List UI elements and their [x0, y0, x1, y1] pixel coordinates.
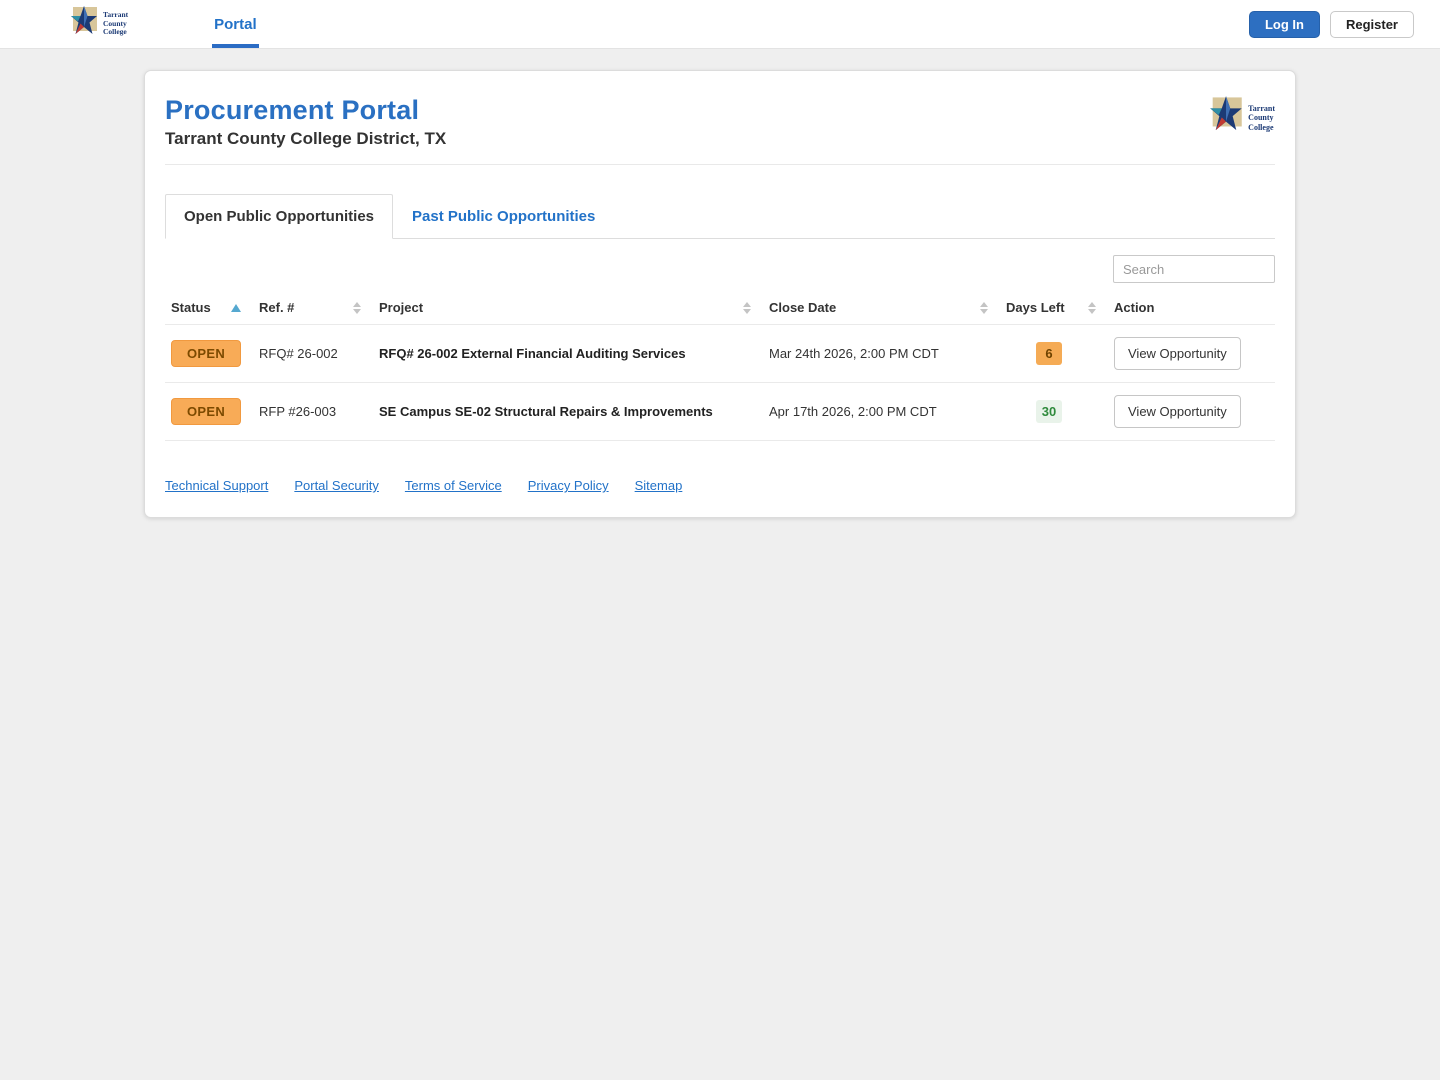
column-header-days-left[interactable]: Days Left	[1000, 291, 1108, 325]
procurement-portal-card: Procurement Portal Tarrant County Colleg…	[144, 70, 1296, 518]
tab-past-public-opportunities[interactable]: Past Public Opportunities	[393, 194, 614, 239]
days-left-badge: 6	[1036, 342, 1062, 365]
project-title: RFQ# 26-002 External Financial Auditing …	[373, 324, 763, 383]
tcc-star-icon	[1210, 96, 1242, 131]
column-header-ref[interactable]: Ref. #	[253, 291, 373, 325]
card-header: Procurement Portal Tarrant County Colleg…	[165, 95, 1275, 149]
tcc-logo: Tarrant County College	[70, 0, 128, 48]
table-row: OPEN RFP #26-003 SE Campus SE-02 Structu…	[165, 382, 1275, 441]
login-button[interactable]: Log In	[1248, 10, 1320, 38]
close-date: Apr 17th 2026, 2:00 PM CDT	[763, 382, 1000, 441]
column-header-status[interactable]: Status	[165, 291, 253, 325]
view-opportunity-button[interactable]: View Opportunity	[1114, 395, 1241, 428]
ref-number: RFQ# 26-002	[253, 324, 373, 383]
page-title: Procurement Portal	[165, 95, 420, 125]
sort-icon	[980, 301, 988, 314]
tcc-star-icon	[71, 6, 97, 34]
ref-number: RFP #26-003	[253, 382, 373, 441]
top-navbar: Tarrant County College Portal Log In Reg…	[0, 0, 1440, 49]
portal-security-link[interactable]: Portal Security	[294, 478, 379, 493]
nav-links: Portal	[212, 0, 259, 48]
project-title: SE Campus SE-02 Structural Repairs & Imp…	[373, 382, 763, 441]
close-date: Mar 24th 2026, 2:00 PM CDT	[763, 324, 1000, 383]
footer-links: Technical Support Portal Security Terms …	[165, 478, 1275, 495]
days-left-badge: 30	[1036, 400, 1062, 423]
table-header-row: Status Ref. # Project Close Date Days Le…	[165, 291, 1275, 325]
table-row: OPEN RFQ# 26-002 RFQ# 26-002 External Fi…	[165, 324, 1275, 383]
column-header-project[interactable]: Project	[373, 291, 763, 325]
privacy-policy-link[interactable]: Privacy Policy	[528, 478, 609, 493]
terms-of-service-link[interactable]: Terms of Service	[405, 478, 502, 493]
column-header-action: Action	[1114, 300, 1155, 315]
technical-support-link[interactable]: Technical Support	[165, 478, 268, 493]
status-badge: OPEN	[171, 340, 241, 367]
search-row	[165, 255, 1275, 283]
sort-ascending-icon	[231, 303, 241, 312]
view-opportunity-button[interactable]: View Opportunity	[1114, 337, 1241, 370]
tcc-logo-text: Tarrant County College	[1248, 103, 1275, 132]
tab-open-public-opportunities[interactable]: Open Public Opportunities	[165, 194, 394, 239]
card-logo: Tarrant County College	[1209, 95, 1275, 141]
sort-icon	[353, 301, 361, 314]
opportunities-table: Status Ref. # Project Close Date Days Le…	[165, 291, 1275, 441]
nav-actions: Log In Register	[1248, 0, 1414, 48]
column-header-close-date[interactable]: Close Date	[763, 291, 1000, 325]
sort-icon	[1088, 301, 1096, 314]
nav-item-portal[interactable]: Portal	[212, 4, 259, 48]
sort-icon	[743, 301, 751, 314]
register-button[interactable]: Register	[1329, 10, 1414, 38]
search-input[interactable]	[1113, 255, 1275, 283]
status-badge: OPEN	[171, 398, 241, 425]
header-divider	[165, 164, 1275, 165]
tab-bar: Open Public Opportunities Past Public Op…	[165, 194, 1275, 239]
page-subtitle: Tarrant County College District, TX	[165, 129, 447, 148]
tcc-logo-text: Tarrant County College	[103, 10, 129, 37]
sitemap-link[interactable]: Sitemap	[635, 478, 683, 493]
